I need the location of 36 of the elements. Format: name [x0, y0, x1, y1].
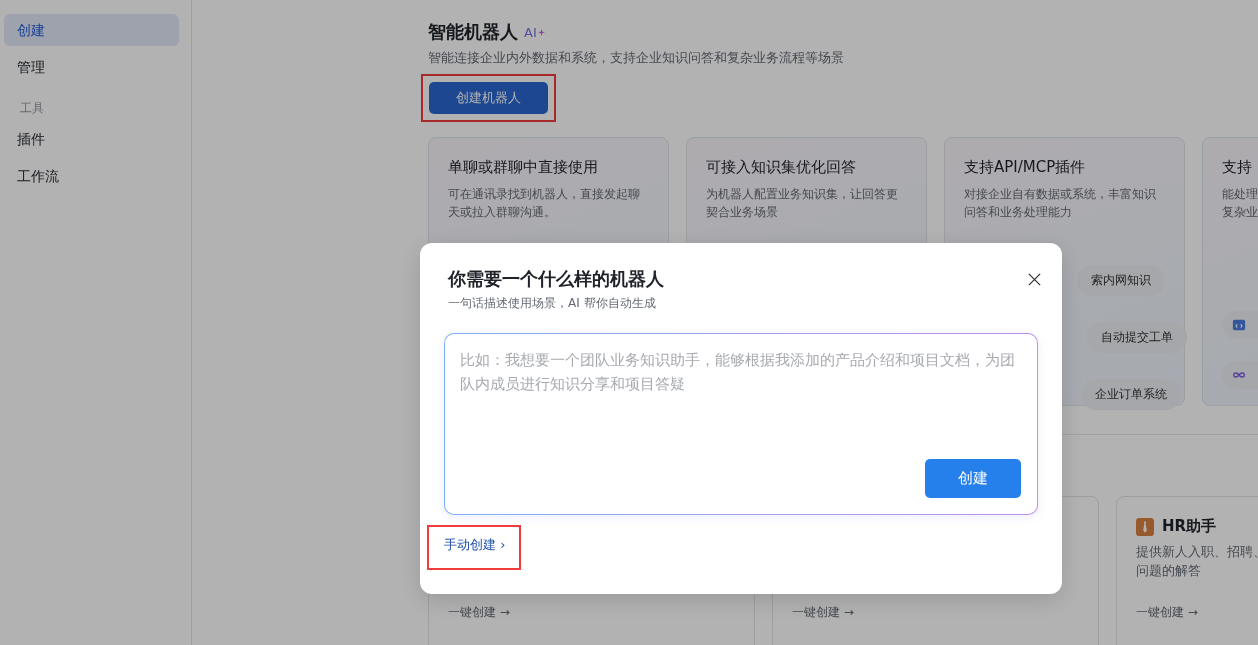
template-description: 问题的解答: [1136, 562, 1202, 580]
dialog-title: 你需要一个什么样的机器人: [448, 267, 664, 291]
one-click-create-link[interactable]: 一键创建 →: [1136, 604, 1258, 621]
card-description: 为机器人配置业务知识集，让回答更契合业务场景: [706, 186, 899, 221]
template-description: 提供新人入职、招聘、: [1136, 543, 1258, 561]
page-subtitle: 智能连接企业内外数据和系统，支持企业知识问答和复杂业务流程等场景: [428, 49, 845, 67]
ai-label: AI: [524, 24, 537, 40]
card-description: 对接企业自有数据或系统，丰富知识问答和业务处理能力: [964, 186, 1157, 221]
one-click-create-link[interactable]: 一键创建 →: [792, 604, 1079, 621]
tag-chip: 索内网知识: [1077, 265, 1165, 296]
card-description: 能处理: [1222, 186, 1258, 203]
create-button[interactable]: 创建: [925, 459, 1021, 498]
tie-icon: [1136, 517, 1154, 536]
card-title: 支持: [1222, 158, 1253, 177]
tag-chip: 自动提交工单: [1087, 322, 1187, 353]
description-input-field[interactable]: 比如：我想要一个团队业务知识助手，能够根据我添加的产品介绍和项目文档，为团队内成员进行知识分享和项目答疑 创建: [444, 333, 1038, 515]
manual-create-link[interactable]: 手动创建 ›: [444, 537, 506, 552]
sidebar-item[interactable]: 插件: [4, 123, 179, 155]
card-description: 可在通讯录找到机器人，直接发起聊天或拉入群聊沟通。: [448, 186, 641, 221]
close-icon: [1027, 272, 1042, 287]
sidebar-item[interactable]: 管理: [4, 51, 179, 83]
card-title: 支持API/MCP插件: [964, 158, 1087, 177]
template-title: HR助手: [1162, 517, 1217, 536]
dialog-subtitle: 一句话描述使用场景，AI 帮你自动生成: [448, 295, 657, 312]
one-click-create-link[interactable]: 一键创建 →: [448, 604, 735, 621]
tag-chip: 企业订单系统: [1081, 379, 1181, 410]
page-title: 智能机器人: [428, 20, 518, 44]
card-description: 复杂业: [1222, 204, 1258, 221]
sidebar-item[interactable]: 工作流: [4, 160, 179, 192]
code-icon: [1232, 318, 1246, 332]
sidebar-item[interactable]: 创建: [4, 14, 179, 46]
create-robot-button[interactable]: 创建机器人: [429, 82, 548, 114]
card-title: 可接入知识集优化回答: [706, 158, 857, 177]
card-title: 单聊或群聊中直接使用: [448, 158, 599, 177]
sparkle-icon: [537, 28, 545, 36]
sidebar-section-label: 工具: [19, 100, 45, 117]
